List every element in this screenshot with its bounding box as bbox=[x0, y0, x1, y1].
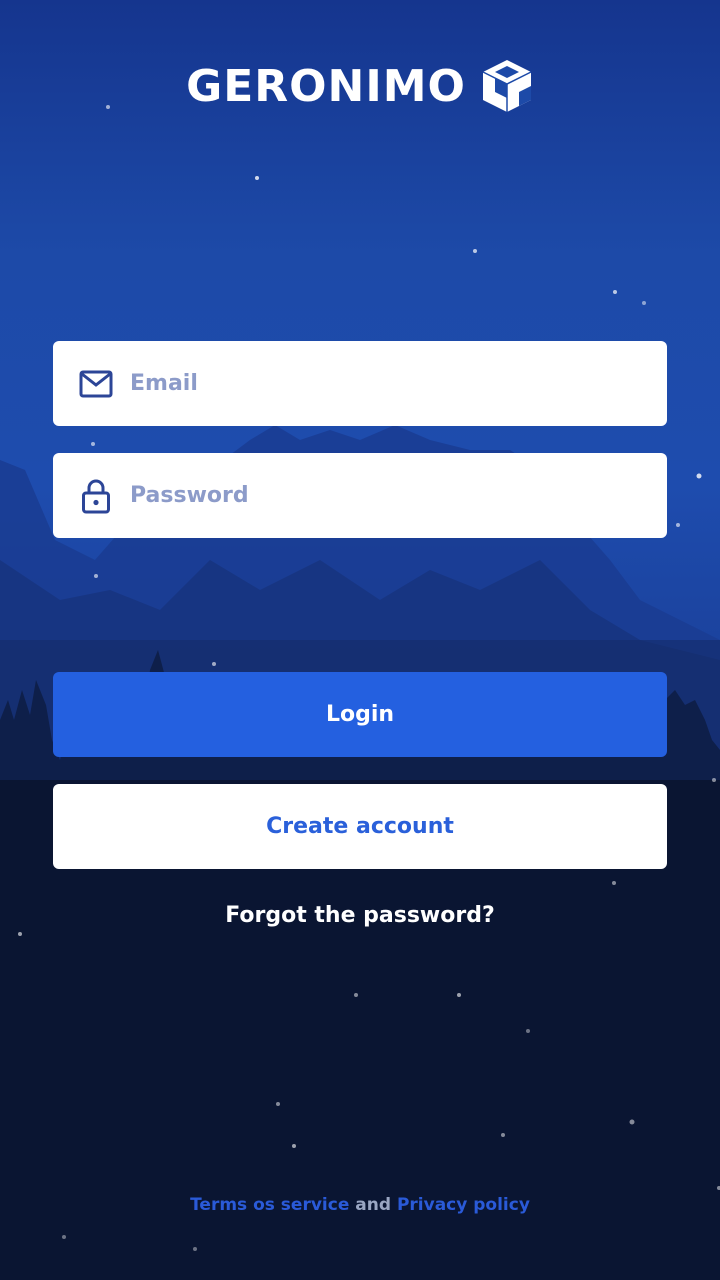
cube-icon bbox=[482, 60, 532, 112]
app-name: GERONIMO bbox=[186, 60, 466, 112]
email-input[interactable] bbox=[130, 371, 590, 396]
password-input[interactable] bbox=[130, 483, 590, 508]
login-button[interactable]: Login bbox=[53, 672, 667, 757]
terms-link[interactable]: Terms os service bbox=[190, 1195, 349, 1215]
and-text: and bbox=[355, 1195, 392, 1215]
create-account-button[interactable]: Create account bbox=[53, 784, 667, 869]
app-logo: GERONIMO bbox=[0, 58, 720, 114]
background-scene bbox=[0, 0, 720, 1280]
forgot-password-link[interactable]: Forgot the password? bbox=[0, 903, 720, 928]
lock-icon bbox=[78, 478, 114, 514]
email-field[interactable] bbox=[53, 341, 667, 426]
privacy-link[interactable]: Privacy policy bbox=[397, 1195, 530, 1215]
legal-footer: Terms os service and Privacy policy bbox=[0, 1195, 720, 1215]
password-field[interactable] bbox=[53, 453, 667, 538]
envelope-icon bbox=[78, 366, 114, 402]
